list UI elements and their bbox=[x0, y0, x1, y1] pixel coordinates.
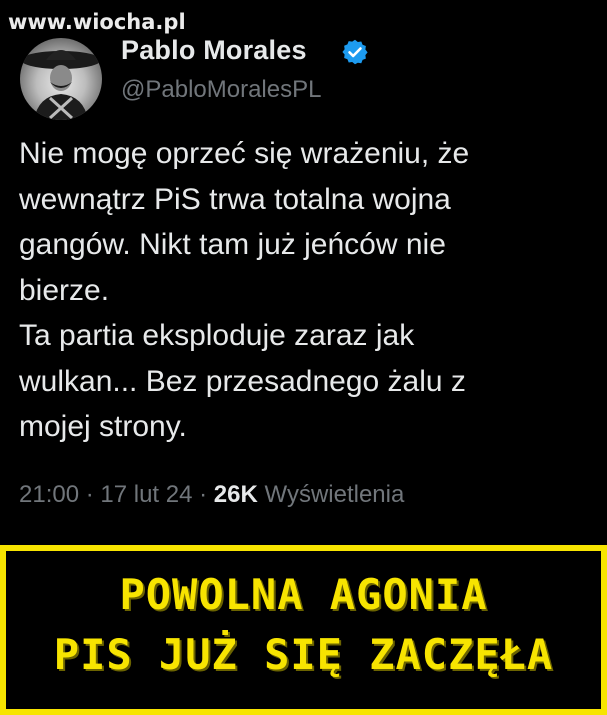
meta-separator: · bbox=[79, 481, 101, 508]
tweet-text-line: mojej strony. bbox=[19, 410, 187, 443]
tweet-text-line: wulkan... Bez przesadnego żalu z bbox=[19, 364, 466, 398]
tweet-text-line: wewnątrz PiS trwa totalna wojna bbox=[19, 182, 451, 216]
caption-banner-inner: POWOLNA AGONIA PIS JUŻ SIĘ ZACZĘŁA bbox=[6, 551, 601, 709]
meme-page: Pablo Morales @PabloMoralesPL Nie mogę o… bbox=[0, 0, 607, 715]
watermark: www.wiocha.pl bbox=[8, 10, 186, 34]
meta-separator: · bbox=[192, 481, 214, 508]
caption-banner: POWOLNA AGONIA PIS JUŻ SIĘ ZACZĘŁA bbox=[0, 545, 607, 715]
views-count[interactable]: 26K bbox=[214, 481, 258, 508]
tweet-text-line: bierze. bbox=[19, 273, 110, 307]
caption-line-2: PIS JUŻ SIĘ ZACZĘŁA bbox=[53, 630, 554, 679]
avatar[interactable] bbox=[20, 38, 102, 120]
tweet-text-line: Ta partia eksploduje zaraz jak bbox=[19, 319, 415, 352]
tweet-text: Nie mogę oprzeć się wrażeniu, że wewnątr… bbox=[19, 131, 599, 450]
tweet-text-line: Nie mogę oprzeć się wrażeniu, że bbox=[19, 137, 470, 170]
verified-badge-icon bbox=[342, 39, 368, 65]
avatar-image bbox=[21, 50, 101, 120]
tweet-time[interactable]: 21:00 bbox=[19, 481, 79, 508]
tweet-date[interactable]: 17 lut 24 bbox=[100, 481, 192, 508]
display-name[interactable]: Pablo Morales bbox=[121, 35, 307, 66]
views-label[interactable]: Wyświetlenia bbox=[258, 481, 404, 508]
user-handle[interactable]: @PabloMoralesPL bbox=[121, 76, 321, 104]
tweet-card: Pablo Morales @PabloMoralesPL Nie mogę o… bbox=[0, 0, 607, 545]
caption-line-1: POWOLNA AGONIA bbox=[119, 570, 488, 619]
tweet-text-line: gangów. Nikt tam już jeńców nie bbox=[19, 228, 446, 261]
tweet-metadata: 21:00 · 17 lut 24 · 26K Wyświetlenia bbox=[19, 481, 404, 509]
